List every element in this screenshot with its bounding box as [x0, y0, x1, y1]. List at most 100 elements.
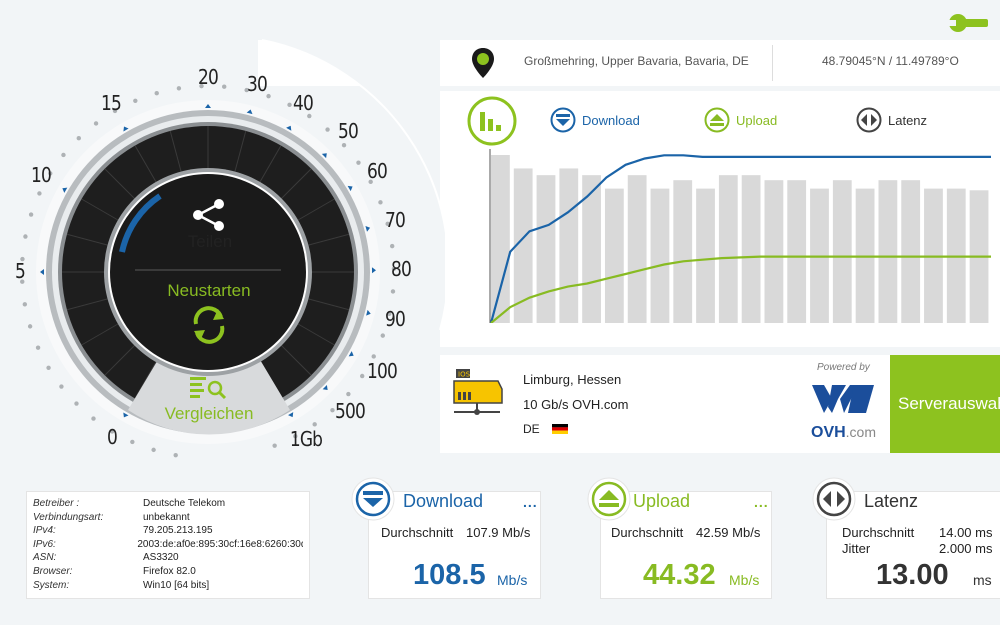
gauge-dot: [35, 345, 41, 350]
server-select-button[interactable]: Serverauswahl: [890, 355, 1000, 453]
info-row: Browser: Firefox 82.0: [33, 565, 303, 579]
download-icon: [550, 107, 576, 133]
latency-bar: [491, 155, 510, 323]
info-value: Win10 [64 bits]: [143, 579, 210, 591]
download-icon: [351, 477, 395, 521]
info-value: Deutsche Telekom: [143, 498, 226, 509]
gauge-dot: [93, 121, 99, 126]
gauge-dot: [389, 243, 395, 249]
gauge-dot: [37, 191, 42, 196]
info-key: Verbindungsart:: [33, 511, 104, 523]
latency-bar: [832, 180, 852, 323]
upload-avg-label: Durchschnitt: [611, 525, 684, 540]
legend-download-label: Download: [582, 112, 640, 128]
download-avg-value: 107.9 Mb/s: [466, 525, 531, 540]
gauge-dot: [360, 373, 365, 379]
latency-bar: [741, 175, 761, 323]
info-value: 79.205.213.195: [143, 525, 213, 537]
upload-more[interactable]: ...: [754, 494, 769, 510]
latency-icon: [812, 477, 856, 521]
legend-upload[interactable]: Upload: [704, 107, 777, 133]
ovh-logo: [812, 385, 874, 413]
gauge-tick-label: 10: [31, 163, 52, 187]
latency-icon: [856, 107, 882, 133]
latency-bar: [650, 188, 670, 323]
upload-unit: Mb/s: [729, 572, 760, 588]
gauge-tick-label: 90: [385, 307, 406, 331]
ovh-brand-suffix: .com: [845, 424, 877, 440]
gauge-dot: [346, 391, 351, 397]
upload-icon: [704, 107, 730, 133]
gauge-dot: [76, 136, 81, 141]
gauge-dot: [27, 324, 33, 329]
legend-latency-label: Latenz: [888, 112, 928, 128]
gauge-dot: [272, 443, 277, 448]
server-city: Limburg, Hessen: [523, 372, 622, 387]
gauge-dot: [61, 152, 66, 158]
upload-avg-value: 42.59 Mb/s: [696, 525, 761, 540]
server-country: DE: [523, 422, 568, 436]
gauge-dot: [390, 289, 396, 294]
info-key: IPv6:: [33, 538, 56, 550]
latency-title: Latenz: [864, 491, 919, 511]
gauge-tick-label: 50: [338, 119, 359, 143]
latency-bar: [878, 180, 898, 323]
gauge-dot: [378, 200, 383, 205]
gauge-dot: [91, 416, 96, 421]
latency-avg-value: 14.00 ms: [939, 525, 993, 540]
gauge-tick-label: 30: [247, 72, 268, 96]
latency-bar: [901, 180, 921, 323]
latency-bar: [536, 175, 556, 323]
gauge-tick-label: 500: [335, 399, 366, 423]
download-value: 108.5: [413, 559, 486, 591]
jitter-value: 2.000 ms: [939, 541, 993, 556]
server-panel: IOS Limburg, Hessen 10 Gb/s OVH.com DE P…: [440, 355, 1000, 453]
latency-bar: [718, 175, 738, 323]
info-key: Betreiber :: [33, 498, 80, 509]
legend-download[interactable]: Download: [550, 107, 640, 133]
gauge-tick-label: 5: [15, 259, 26, 283]
download-avg-label: Durchschnitt: [381, 525, 454, 540]
jitter-label: Jitter: [842, 541, 871, 556]
gauge-dot: [59, 384, 64, 389]
gauge-dot: [380, 333, 385, 338]
gauge-dot: [312, 422, 317, 427]
gauge-dot: [133, 98, 138, 103]
bar-chart-icon[interactable]: [466, 95, 518, 147]
info-value: Firefox 82.0: [143, 565, 196, 577]
latency-bar: [673, 180, 693, 323]
wrench-icon[interactable]: [946, 8, 992, 38]
upload-icon: [587, 477, 631, 521]
restart-label[interactable]: Neustarten: [146, 281, 272, 301]
download-unit: Mb/s: [497, 572, 528, 588]
upload-title: Upload: [633, 491, 691, 511]
gauge-dot: [22, 302, 28, 307]
gauge-dot: [325, 127, 330, 132]
info-row: IPv4: 79.205.213.195: [33, 524, 303, 538]
share-label[interactable]: Teilen: [183, 232, 237, 252]
info-row: ASN: AS3320: [33, 551, 303, 565]
info-row: Verbindungsart: unbekannt: [33, 511, 303, 525]
gauge-tick-label: 1Gb: [289, 427, 323, 451]
latency-avg-label: Durchschnitt: [842, 525, 915, 540]
powered-by-label: Powered by: [817, 362, 870, 373]
legend-latency[interactable]: Latenz: [856, 107, 927, 133]
gauge-tick-label: 20: [198, 65, 219, 89]
gauge-dot: [154, 91, 159, 96]
upload-value: 44.32: [643, 559, 716, 591]
gauge-tick-label: 60: [367, 159, 388, 183]
latency-value: 13.00: [876, 559, 949, 591]
gauge-tick-label: 15: [101, 91, 122, 115]
gauge-dot: [28, 212, 34, 217]
latency-bar: [696, 188, 715, 323]
latency-bar: [627, 175, 647, 323]
location-coordinates: 48.79045°N / 11.49789°O: [822, 54, 959, 68]
info-row: IPv6: 2003:de:af0e:895:30cf:16e8:6260:30d…: [33, 538, 303, 552]
legend-upload-label: Upload: [736, 112, 778, 128]
download-more[interactable]: ...: [523, 494, 538, 510]
compare-label[interactable]: Vergleichen: [146, 404, 272, 424]
gauge-tick-label: 0: [107, 425, 118, 449]
gauge-dot: [46, 365, 51, 370]
speed-chart: [489, 149, 991, 323]
gauge-tick-label: 80: [391, 257, 412, 281]
